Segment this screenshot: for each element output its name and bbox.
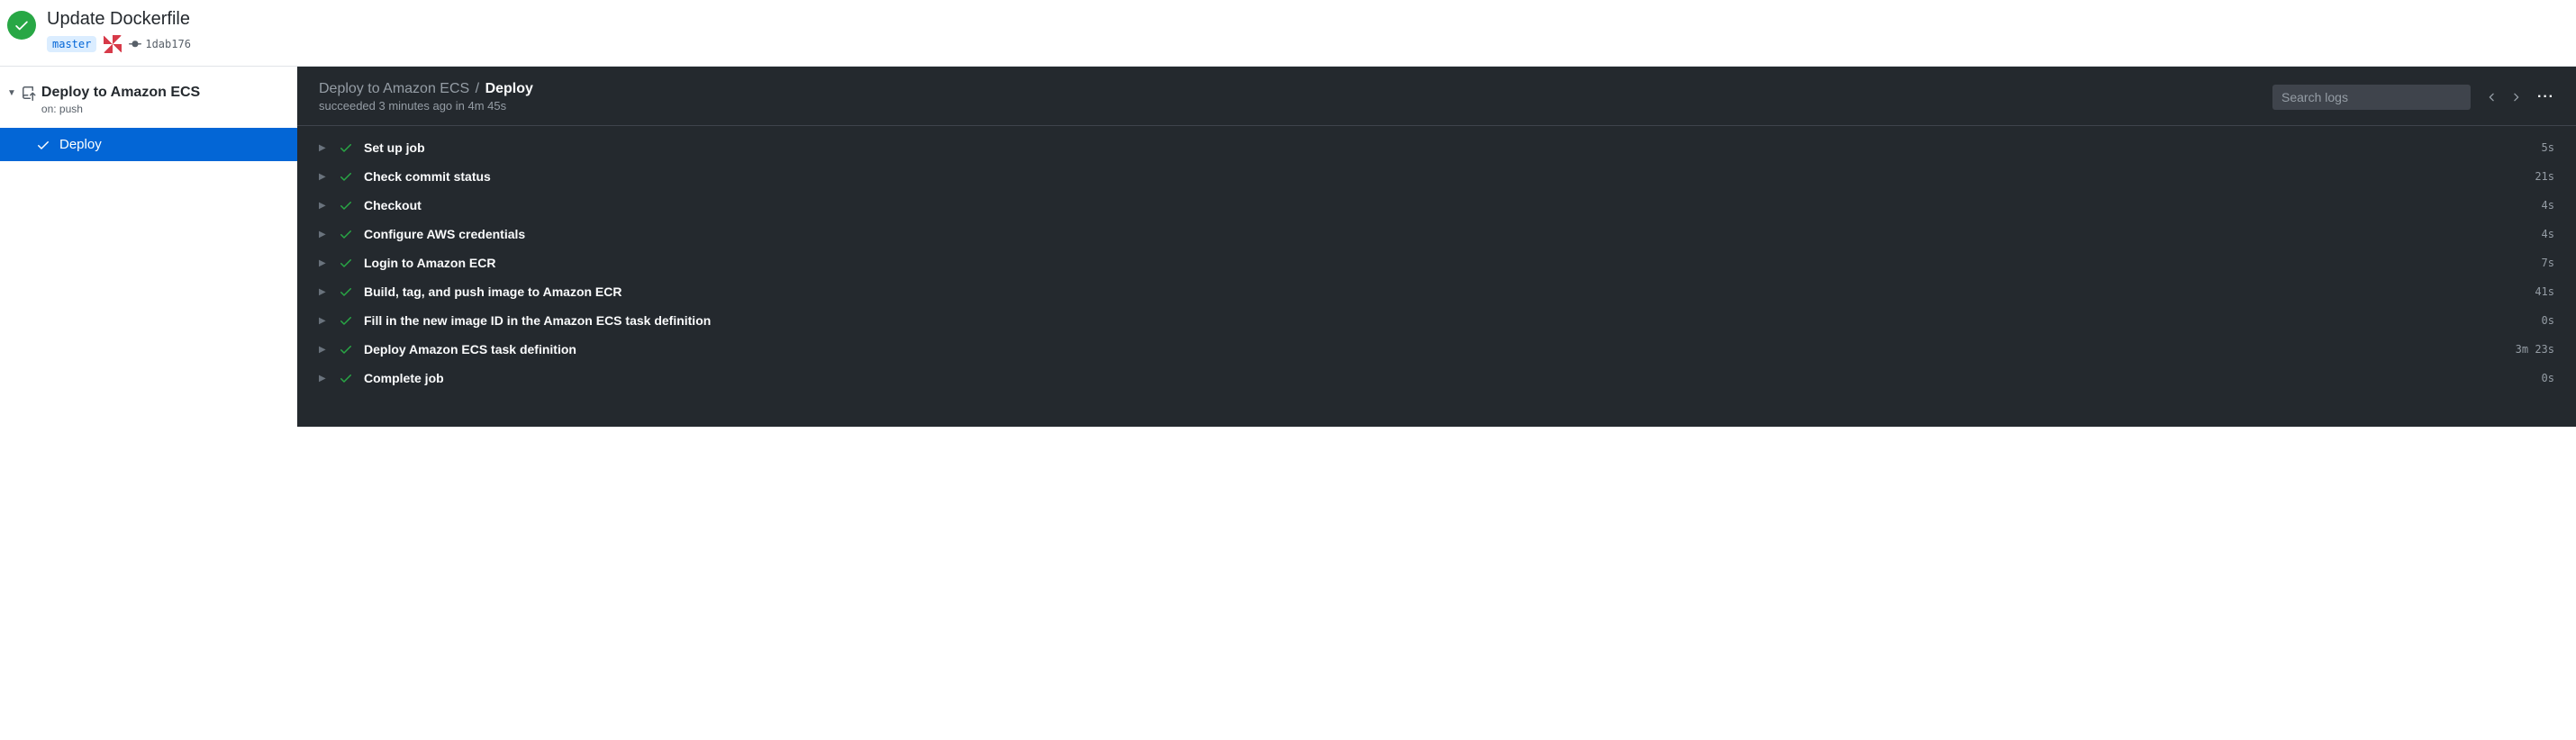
prev-match-button[interactable]	[2483, 88, 2501, 106]
log-menu-button[interactable]: ···	[2537, 89, 2554, 105]
step-duration: 3m 23s	[2516, 343, 2554, 356]
step-duration: 0s	[2542, 372, 2554, 384]
step-name: Check commit status	[364, 169, 2524, 184]
breadcrumb-separator: /	[476, 81, 479, 96]
step-row[interactable]: ▶ Set up job 5s	[297, 133, 2576, 162]
check-icon	[339, 342, 353, 356]
expand-caret-icon: ▶	[319, 172, 328, 182]
step-row[interactable]: ▶ Fill in the new image ID in the Amazon …	[297, 306, 2576, 335]
next-match-button[interactable]	[2507, 88, 2525, 106]
expand-caret-icon: ▶	[319, 143, 328, 153]
check-icon	[36, 138, 50, 152]
step-duration: 0s	[2542, 314, 2554, 327]
step-row[interactable]: ▶ Build, tag, and push image to Amazon EC…	[297, 277, 2576, 306]
step-row[interactable]: ▶ Complete job 0s	[297, 364, 2576, 393]
search-logs-input[interactable]	[2272, 85, 2471, 110]
chevron-right-icon	[2509, 91, 2522, 104]
log-panel: Deploy to Amazon ECS / Deploy succeeded …	[297, 67, 2576, 427]
job-status-line: succeeded 3 minutes ago in 4m 45s	[319, 99, 2272, 113]
sidebar-job-label: Deploy	[59, 137, 102, 152]
workflow-collapse-toggle[interactable]: ▼	[7, 88, 16, 98]
step-name: Fill in the new image ID in the Amazon E…	[364, 313, 2531, 328]
step-row[interactable]: ▶ Login to Amazon ECR 7s	[297, 248, 2576, 277]
commit-link[interactable]: 1dab176	[129, 38, 191, 50]
expand-caret-icon: ▶	[319, 287, 328, 297]
sidebar: ▼ Deploy to Amazon ECS on: push Deploy	[0, 67, 297, 427]
commit-title: Update Dockerfile	[47, 9, 2569, 30]
page-header: Update Dockerfile master 1dab176	[0, 0, 2576, 67]
step-duration: 5s	[2542, 141, 2554, 154]
expand-caret-icon: ▶	[319, 230, 328, 239]
run-status-icon	[7, 11, 36, 40]
check-icon	[339, 256, 353, 270]
step-name: Login to Amazon ECR	[364, 256, 2531, 270]
check-icon	[339, 198, 353, 212]
step-row[interactable]: ▶ Configure AWS credentials 4s	[297, 220, 2576, 248]
breadcrumb-parent[interactable]: Deploy to Amazon ECS	[319, 81, 469, 96]
check-icon	[339, 284, 353, 299]
workflow-name[interactable]: Deploy to Amazon ECS	[41, 85, 200, 101]
step-row[interactable]: ▶ Deploy Amazon ECS task definition 3m 23s	[297, 335, 2576, 364]
step-name: Build, tag, and push image to Amazon ECR	[364, 284, 2524, 299]
step-row[interactable]: ▶ Check commit status 21s	[297, 162, 2576, 191]
expand-caret-icon: ▶	[319, 345, 328, 355]
expand-caret-icon: ▶	[319, 374, 328, 384]
check-icon	[339, 169, 353, 184]
check-icon	[339, 313, 353, 328]
breadcrumb-current: Deploy	[485, 81, 533, 96]
step-name: Configure AWS credentials	[364, 227, 2531, 241]
commit-icon	[129, 38, 141, 50]
breadcrumb: Deploy to Amazon ECS / Deploy	[319, 81, 2272, 97]
step-name: Deploy Amazon ECS task definition	[364, 342, 2505, 356]
step-duration: 41s	[2535, 285, 2554, 298]
step-duration: 4s	[2542, 199, 2554, 212]
check-icon	[339, 140, 353, 155]
expand-caret-icon: ▶	[319, 201, 328, 211]
chevron-left-icon	[2486, 91, 2499, 104]
check-icon	[339, 227, 353, 241]
step-name: Set up job	[364, 140, 2531, 155]
workflow-icon	[22, 85, 36, 104]
expand-caret-icon: ▶	[319, 316, 328, 326]
commit-sha-text: 1dab176	[145, 38, 191, 50]
step-duration: 4s	[2542, 228, 2554, 240]
step-name: Checkout	[364, 198, 2531, 212]
steps-list: ▶ Set up job 5s ▶ Check commit status 21s ▶ Che…	[297, 126, 2576, 400]
step-duration: 7s	[2542, 257, 2554, 269]
branch-tag[interactable]: master	[47, 36, 96, 52]
step-duration: 21s	[2535, 170, 2554, 183]
author-avatar[interactable]	[104, 35, 122, 53]
step-row[interactable]: ▶ Checkout 4s	[297, 191, 2576, 220]
check-icon	[339, 371, 353, 385]
sidebar-job-deploy[interactable]: Deploy	[0, 128, 297, 161]
expand-caret-icon: ▶	[319, 258, 328, 268]
workflow-trigger: on: push	[41, 103, 200, 115]
step-name: Complete job	[364, 371, 2531, 385]
